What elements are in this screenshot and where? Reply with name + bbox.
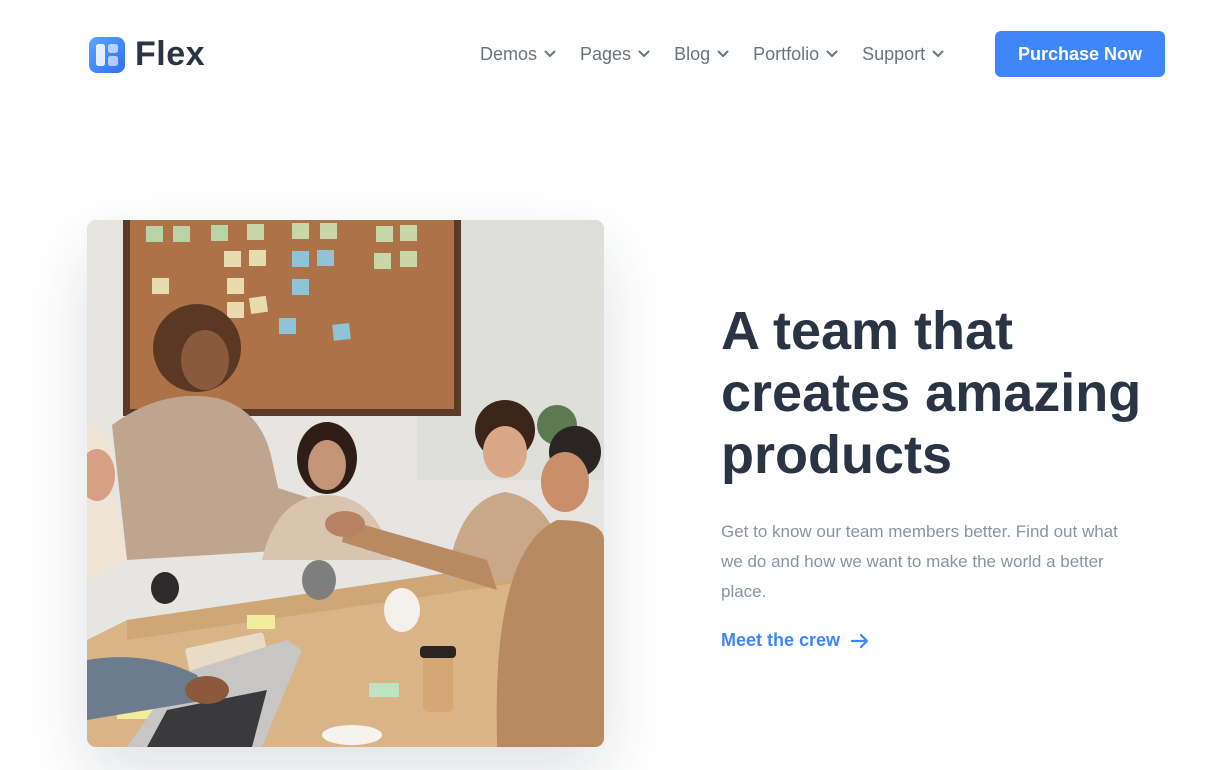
nav-item-support[interactable]: Support (862, 44, 944, 65)
chevron-down-icon (826, 50, 838, 57)
chevron-down-icon (638, 50, 650, 57)
arrow-right-icon (850, 633, 869, 648)
chevron-down-icon (717, 50, 729, 57)
nav-item-label: Blog (674, 43, 711, 64)
flex-logo-icon (89, 36, 125, 73)
nav-item-label: Portfolio (753, 43, 820, 64)
meet-the-crew-label: Meet the crew (721, 630, 841, 650)
nav-item-label: Demos (480, 43, 538, 64)
purchase-now-button[interactable]: Purchase Now (995, 31, 1165, 77)
hero-description: Get to know our team members better. Fin… (721, 522, 1118, 601)
hero-headline: A team that creates amazing products (721, 301, 1142, 485)
main-nav: Demos Pages Blog Portfolio Support (480, 40, 944, 68)
brand-name: Flex (135, 35, 206, 73)
brand-logo[interactable]: Flex (89, 35, 205, 74)
nav-item-label: Support (862, 43, 926, 64)
nav-item-portfolio[interactable]: Portfolio (753, 44, 838, 65)
chevron-down-icon (932, 50, 944, 57)
nav-item-label: Pages (580, 43, 632, 64)
nav-item-blog[interactable]: Blog (674, 44, 729, 65)
nav-item-demos[interactable]: Demos (480, 44, 556, 65)
team-meeting-photo (87, 220, 604, 747)
chevron-down-icon (544, 50, 556, 57)
team-meeting-illustration (87, 220, 604, 747)
meet-the-crew-link[interactable]: Meet the crew (721, 630, 870, 651)
nav-item-pages[interactable]: Pages (580, 44, 650, 65)
site-header: Flex Demos Pages Blog Portfolio Support … (0, 0, 1232, 108)
